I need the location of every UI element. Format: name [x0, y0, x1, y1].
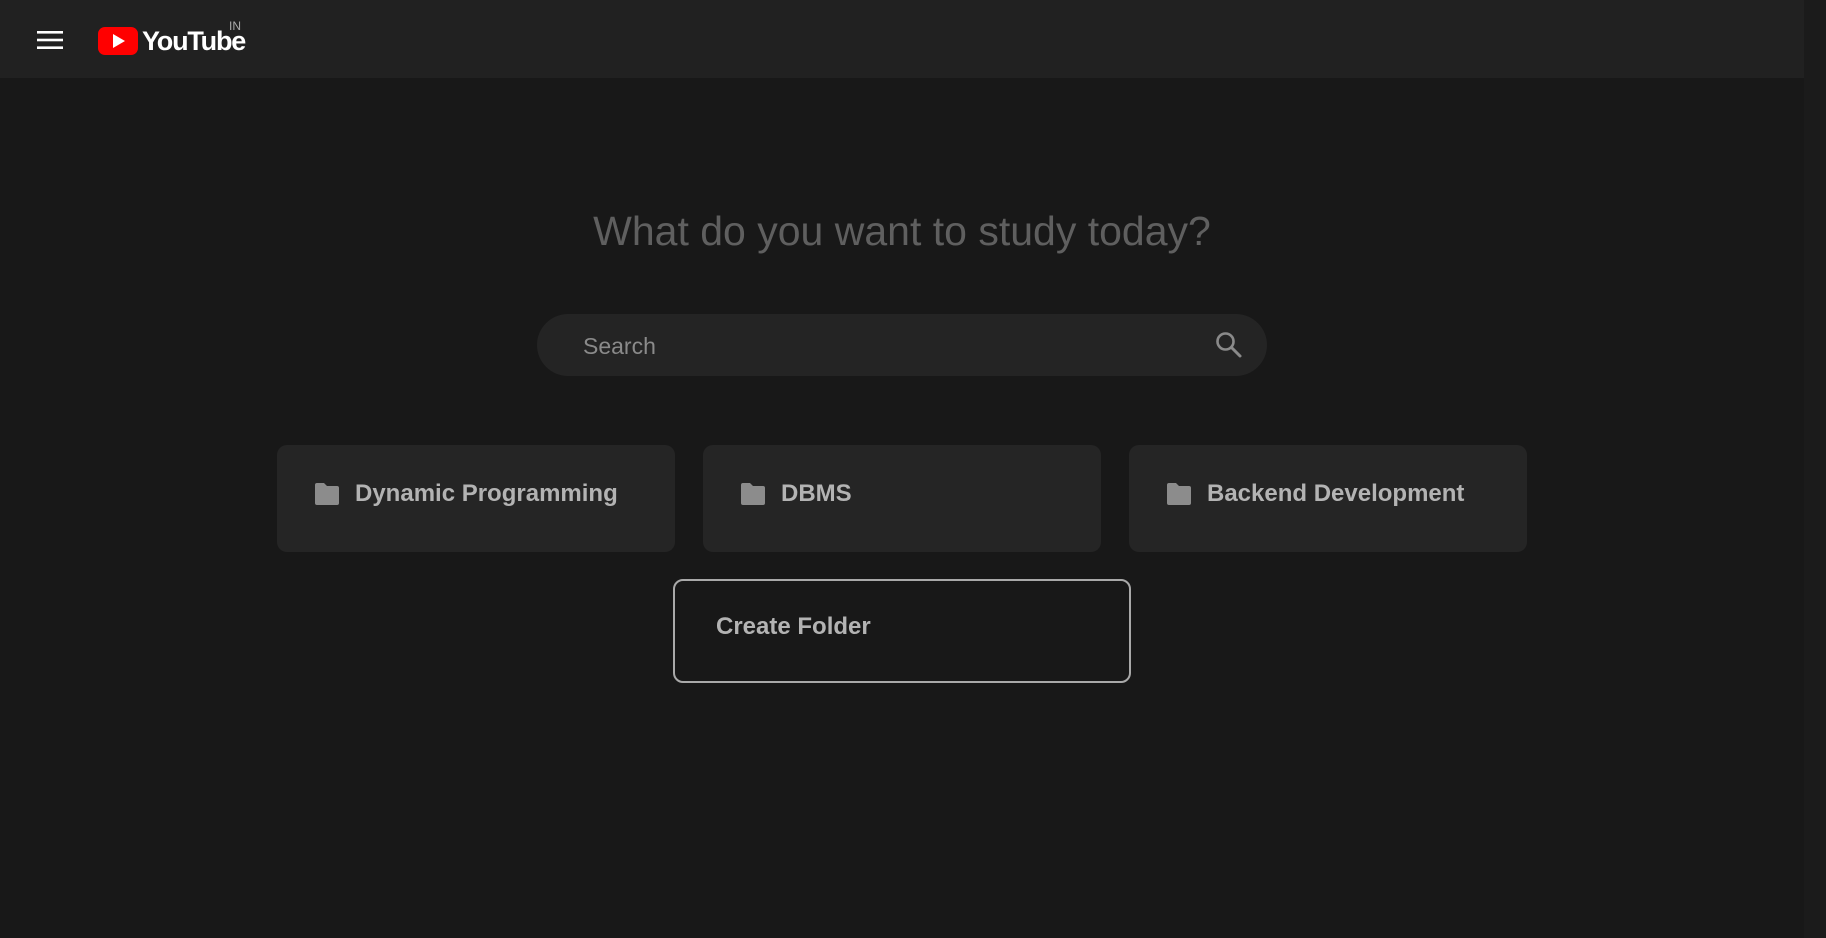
hamburger-menu-icon	[37, 31, 63, 49]
page-heading: What do you want to study today?	[593, 208, 1211, 254]
folder-card-backend-development[interactable]: Backend Development	[1129, 445, 1527, 552]
folder-card-dynamic-programming[interactable]: Dynamic Programming	[277, 445, 675, 552]
search-icon[interactable]	[1213, 329, 1245, 361]
folder-list: Dynamic Programming DBMS Backend Develop…	[277, 445, 1527, 552]
create-folder-button[interactable]: Create Folder	[673, 579, 1131, 683]
menu-button[interactable]	[30, 22, 70, 58]
folder-icon	[741, 482, 765, 505]
search-input[interactable]	[581, 314, 1185, 378]
folder-label: Backend Development	[1207, 479, 1465, 507]
scrollbar-track[interactable]	[1804, 0, 1826, 938]
search-bar	[537, 314, 1267, 378]
youtube-logo[interactable]: YouTube	[98, 24, 246, 58]
country-code: IN	[229, 19, 241, 33]
folder-icon	[315, 482, 339, 505]
top-bar: YouTube IN	[0, 0, 1804, 78]
folder-card-dbms[interactable]: DBMS	[703, 445, 1101, 552]
folder-label: Dynamic Programming	[355, 479, 618, 507]
folder-icon	[1167, 482, 1191, 505]
create-folder-label: Create Folder	[716, 613, 871, 640]
folder-label: DBMS	[781, 479, 852, 507]
youtube-play-logo-icon	[98, 27, 138, 55]
